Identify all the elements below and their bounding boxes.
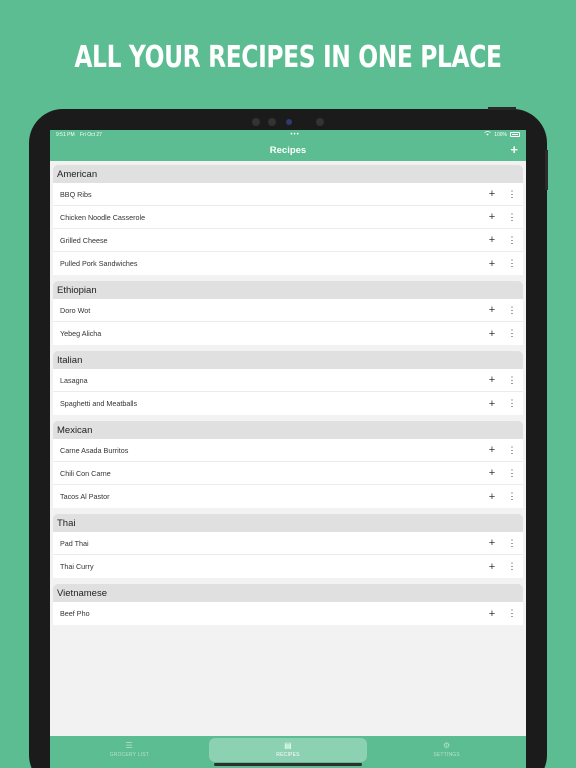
recipe-section: Italian Lasagna + ⋮ Spaghetti and Meatballs +…	[53, 351, 523, 415]
recipe-row[interactable]: Tacos Al Pastor + ⋮	[53, 485, 523, 508]
recipe-row[interactable]: Carne Asada Burritos + ⋮	[53, 439, 523, 462]
recipe-row[interactable]: BBQ Ribs + ⋮	[53, 183, 523, 206]
more-options-icon[interactable]: ⋮	[507, 189, 517, 199]
recipe-name: Pulled Pork Sandwiches	[60, 259, 138, 268]
wifi-icon	[484, 131, 491, 138]
add-to-grocery-icon[interactable]: +	[485, 188, 499, 200]
status-date: Fri Oct 27	[80, 131, 102, 138]
recipe-list: American BBQ Ribs + ⋮ Chicken Noodle Cassero…	[50, 161, 526, 625]
recipe-row[interactable]: Spaghetti and Meatballs + ⋮	[53, 392, 523, 415]
recipe-name: Pad Thai	[60, 538, 89, 548]
recipe-name: Grilled Cheese	[60, 235, 108, 245]
add-to-grocery-icon[interactable]: +	[485, 561, 499, 573]
add-to-grocery-icon[interactable]: +	[485, 234, 499, 246]
more-options-icon[interactable]: ⋮	[507, 399, 517, 408]
add-recipe-button[interactable]: +	[510, 142, 518, 157]
add-to-grocery-icon[interactable]: +	[485, 258, 499, 270]
device-top-button	[488, 107, 516, 110]
more-options-icon[interactable]: ⋮	[507, 329, 517, 338]
recipe-name: Chicken Noodle Casserole	[60, 212, 146, 222]
recipe-section: Ethiopian Doro Wot + ⋮ Yebeg Alicha + ⋮	[53, 281, 523, 345]
page-title: Recipes	[269, 144, 307, 156]
more-options-icon[interactable]: ⋮	[507, 375, 517, 385]
section-header: Ethiopian	[53, 281, 523, 299]
tab-settings[interactable]: ⚙ SETTINGS	[368, 738, 526, 762]
recipe-row[interactable]: Beef Pho + ⋮	[53, 602, 523, 625]
add-to-grocery-icon[interactable]: +	[485, 374, 499, 386]
add-to-grocery-icon[interactable]: +	[485, 398, 499, 410]
recipe-name: Yebeg Alicha	[60, 329, 102, 338]
add-to-grocery-icon[interactable]: +	[485, 328, 499, 340]
book-icon: ▤	[284, 741, 292, 750]
list-icon: ☰	[125, 741, 134, 750]
more-options-icon[interactable]: ⋮	[507, 562, 517, 571]
tab-recipes[interactable]: ▤ RECIPES	[208, 738, 367, 762]
recipe-row[interactable]: Chili Con Carne + ⋮	[53, 462, 523, 485]
add-to-grocery-icon[interactable]: +	[485, 304, 499, 316]
status-bar: 9:51 PM Fri Oct 27 ••• 100%	[50, 130, 526, 139]
recipe-name: Thai Curry	[60, 562, 94, 571]
recipe-row[interactable]: Pad Thai + ⋮	[53, 532, 523, 555]
status-time-date: 9:51 PM Fri Oct 27	[56, 132, 106, 138]
home-indicator	[214, 763, 362, 766]
section-header: Vietnamese	[53, 584, 523, 602]
camera-dot	[268, 118, 276, 126]
add-to-grocery-icon[interactable]: +	[485, 467, 499, 479]
app-screen: 9:51 PM Fri Oct 27 ••• 100% Recipes + Am…	[50, 130, 526, 768]
multitask-dots-icon[interactable]: •••	[290, 132, 299, 138]
recipe-name: Chili Con Carne	[60, 468, 111, 478]
recipe-section: Vietnamese Beef Pho + ⋮	[53, 584, 523, 625]
section-header: American	[53, 165, 523, 183]
gear-icon: ⚙	[442, 741, 451, 750]
more-options-icon[interactable]: ⋮	[507, 538, 517, 548]
tab-grocery-list[interactable]: ☰ GROCERY LIST	[50, 738, 208, 762]
camera-dot	[252, 118, 260, 126]
recipe-name: BBQ Ribs	[60, 189, 92, 199]
add-to-grocery-icon[interactable]: +	[485, 608, 499, 620]
camera-lens	[286, 119, 292, 125]
recipe-row[interactable]: Pulled Pork Sandwiches + ⋮	[53, 252, 523, 275]
more-options-icon[interactable]: ⋮	[507, 212, 517, 222]
recipe-row[interactable]: Lasagna + ⋮	[53, 369, 523, 392]
camera-dot	[316, 118, 324, 126]
nav-bar: Recipes +	[50, 139, 526, 161]
more-options-icon[interactable]: ⋮	[507, 468, 517, 478]
more-options-icon[interactable]: ⋮	[507, 235, 517, 245]
recipe-section: Mexican Carne Asada Burritos + ⋮ Chili Con C…	[53, 421, 523, 508]
add-to-grocery-icon[interactable]: +	[485, 537, 499, 549]
tab-label: GROCERY LIST	[109, 752, 150, 758]
recipe-row[interactable]: Grilled Cheese + ⋮	[53, 229, 523, 252]
status-right: 100%	[484, 131, 520, 138]
recipe-section: Thai Pad Thai + ⋮ Thai Curry + ⋮	[53, 514, 523, 578]
recipe-name: Carne Asada Burritos	[60, 445, 129, 455]
more-options-icon[interactable]: ⋮	[507, 305, 517, 315]
recipe-section: American BBQ Ribs + ⋮ Chicken Noodle Cassero…	[53, 165, 523, 275]
recipe-row[interactable]: Doro Wot + ⋮	[53, 299, 523, 322]
recipe-name: Doro Wot	[60, 305, 91, 315]
recipe-row[interactable]: Yebeg Alicha + ⋮	[53, 322, 523, 345]
add-to-grocery-icon[interactable]: +	[485, 444, 499, 456]
recipe-name: Beef Pho	[60, 609, 90, 618]
status-time: 9:51 PM	[56, 131, 75, 138]
recipe-name: Tacos Al Pastor	[60, 492, 110, 501]
recipe-row[interactable]: Chicken Noodle Casserole + ⋮	[53, 206, 523, 229]
more-options-icon[interactable]: ⋮	[507, 492, 517, 501]
more-options-icon[interactable]: ⋮	[507, 259, 517, 268]
add-to-grocery-icon[interactable]: +	[485, 211, 499, 223]
more-options-icon[interactable]: ⋮	[507, 445, 517, 455]
recipe-row[interactable]: Thai Curry + ⋮	[53, 555, 523, 578]
marketing-headline: ALL YOUR RECIPES IN ONE PLACE	[74, 40, 502, 75]
recipe-name: Lasagna	[60, 375, 88, 385]
battery-icon	[509, 132, 520, 137]
recipe-name: Spaghetti and Meatballs	[60, 399, 138, 408]
tab-label: SETTINGS	[433, 752, 460, 758]
section-header: Mexican	[53, 421, 523, 439]
more-options-icon[interactable]: ⋮	[507, 609, 517, 618]
section-header: Thai	[53, 514, 523, 532]
tab-label: RECIPES	[276, 752, 300, 758]
section-header: Italian	[53, 351, 523, 369]
battery-percent: 100%	[494, 131, 507, 138]
add-to-grocery-icon[interactable]: +	[485, 491, 499, 503]
device-volume-button	[545, 150, 548, 190]
